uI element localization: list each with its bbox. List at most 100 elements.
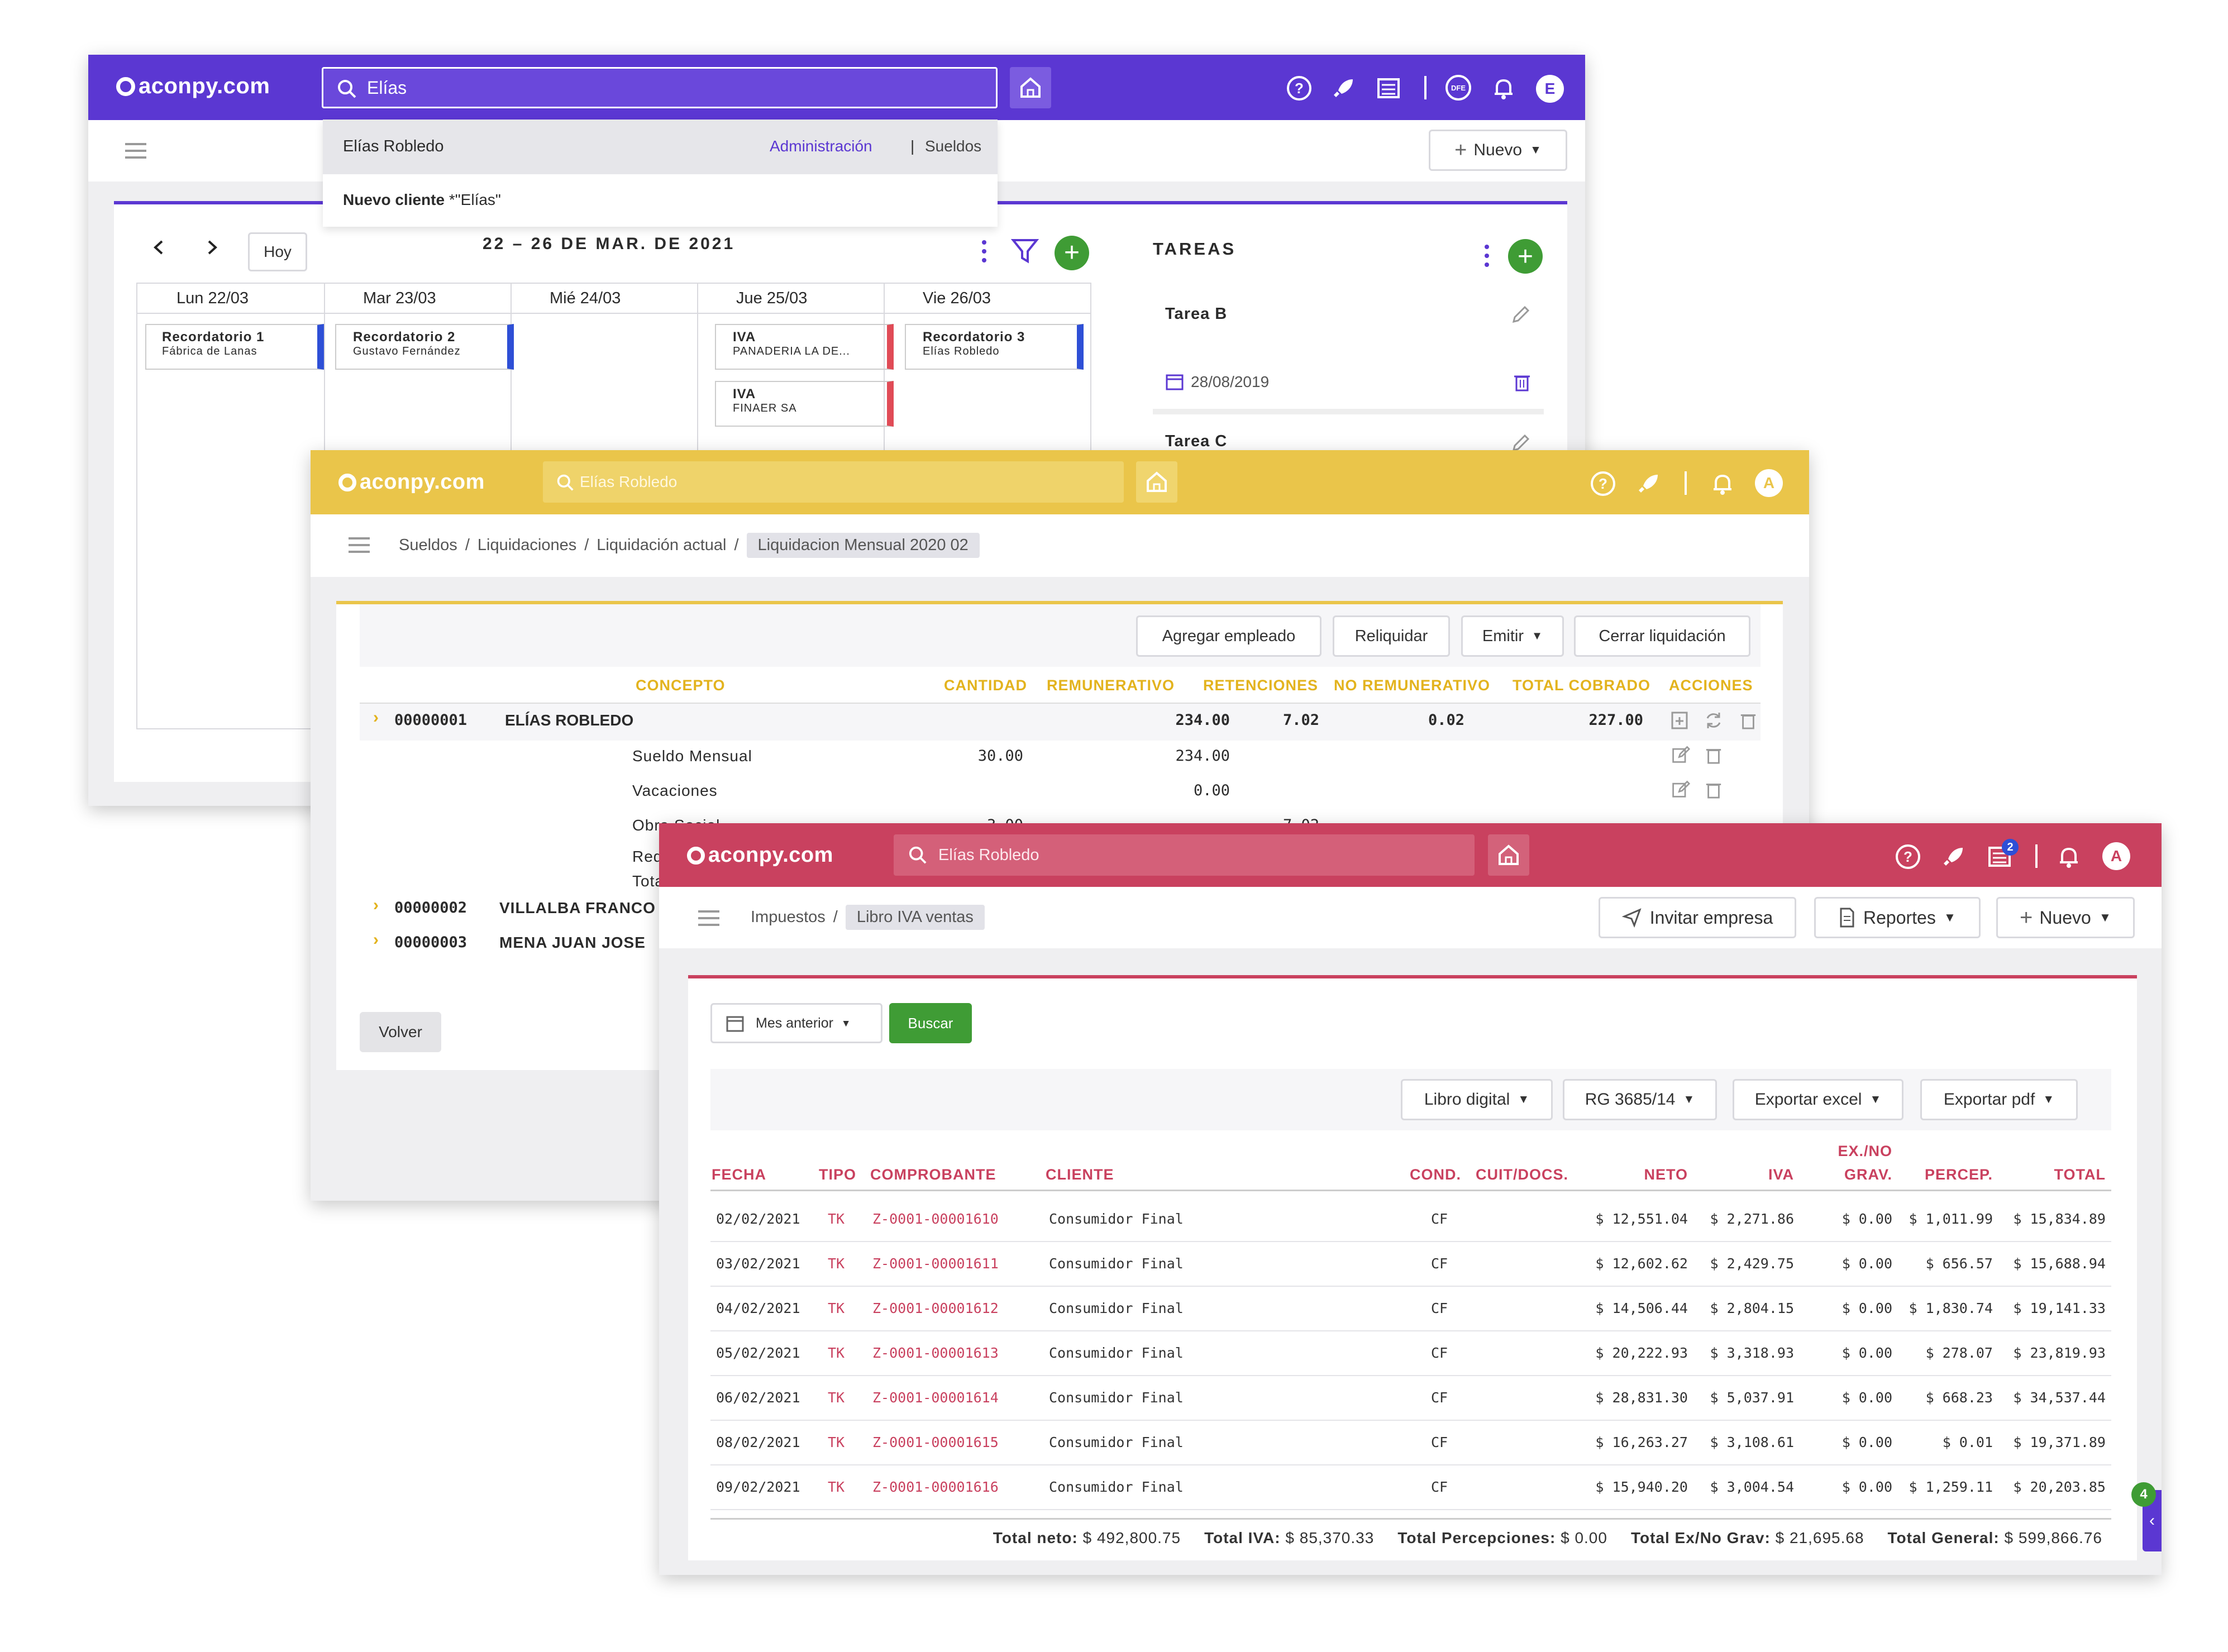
table-row[interactable]: 05/02/2021 TK Z-0001-00001613 Consumidor Fi…: [710, 1331, 2111, 1376]
chevron-right-icon[interactable]: ›: [373, 708, 379, 727]
emitir-button[interactable]: Emitir ▼: [1461, 615, 1564, 657]
chevron-right-icon[interactable]: ›: [373, 896, 379, 915]
nuevo-button[interactable]: + Nuevo ▼: [1429, 130, 1567, 171]
avatar[interactable]: A: [2102, 842, 2130, 870]
search-input[interactable]: Elías: [322, 67, 998, 108]
help-icon[interactable]: ?: [1286, 75, 1313, 102]
table-row[interactable]: 03/02/2021 TK Z-0001-00001611 Consumidor Fi…: [710, 1242, 2111, 1287]
table-row[interactable]: 09/02/2021 TK Z-0001-00001616 Consumidor Fi…: [710, 1465, 2111, 1510]
window-libro-iva: aconpy.com Elías Robledo ? 2 A Impuestos…: [659, 823, 2162, 1575]
chevron-down-icon: ▼: [841, 1017, 851, 1029]
bell-icon[interactable]: [1709, 470, 1736, 497]
refresh-icon[interactable]: [1704, 710, 1724, 730]
bell-icon[interactable]: [2055, 843, 2082, 870]
table-row[interactable]: 02/02/2021 TK Z-0001-00001610 Consumidor Fi…: [710, 1197, 2111, 1242]
employee-name[interactable]: VILLALBA FRANCO: [499, 899, 656, 917]
add-task-button[interactable]: +: [1508, 239, 1543, 274]
edit-icon[interactable]: [1671, 780, 1690, 799]
breadcrumb-link[interactable]: Impuestos: [751, 908, 826, 927]
chevron-down-icon: ▼: [2098, 910, 2112, 924]
search-input[interactable]: Elías Robledo: [543, 461, 1124, 503]
menu-icon[interactable]: [698, 910, 719, 926]
cell-total: $ 34,537.44: [2013, 1390, 2106, 1406]
nuevo-button[interactable]: + Nuevo ▼: [1996, 897, 2135, 938]
buscar-button[interactable]: Buscar: [889, 1003, 972, 1043]
trash-icon[interactable]: [1705, 745, 1723, 765]
invitar-empresa-button[interactable]: Invitar empresa: [1599, 897, 1796, 938]
add-file-icon[interactable]: [1670, 710, 1689, 730]
home-button[interactable]: [1488, 834, 1529, 876]
search-input[interactable]: Elías Robledo: [894, 834, 1475, 876]
cell-cond: CF: [1431, 1211, 1448, 1227]
bell-icon[interactable]: [1490, 75, 1517, 102]
cell-total: $ 19,371.89: [2013, 1434, 2106, 1450]
breadcrumb-link[interactable]: Liquidaciones: [478, 536, 576, 555]
calendar-event[interactable]: IVA FINAER SA: [715, 381, 894, 427]
filter-icon[interactable]: [1011, 238, 1039, 265]
employee-name[interactable]: MENA JUAN JOSE: [499, 934, 646, 952]
search-result-item[interactable]: Elías Robledo Administración | Sueldos: [323, 120, 998, 174]
task-title: Tarea B: [1165, 305, 1228, 323]
table-row[interactable]: 08/02/2021 TK Z-0001-00001615 Consumidor Fi…: [710, 1421, 2111, 1465]
rg-button[interactable]: RG 3685/14 ▼: [1563, 1079, 1717, 1120]
breadcrumb-link[interactable]: Sueldos: [399, 536, 457, 555]
dfe-icon[interactable]: DFE: [1445, 75, 1471, 101]
next-arrow-icon[interactable]: [203, 239, 220, 256]
cell-comprobante[interactable]: Z-0001-00001613: [872, 1345, 999, 1361]
reportes-button[interactable]: Reportes ▼: [1814, 897, 1981, 938]
avatar[interactable]: A: [1755, 469, 1783, 497]
rocket-icon[interactable]: [1940, 843, 1967, 870]
trash-icon[interactable]: [1513, 372, 1532, 392]
period-select[interactable]: Mes anterior ▼: [710, 1003, 882, 1043]
volver-button[interactable]: Volver: [360, 1012, 441, 1052]
calendar-event[interactable]: Recordatorio 2 Gustavo Fernández: [335, 324, 514, 370]
list-icon[interactable]: [1375, 75, 1402, 102]
more-vertical-icon[interactable]: [980, 238, 989, 265]
calendar-event[interactable]: IVA PANADERIA LA DE...: [715, 324, 894, 370]
table-row[interactable]: 04/02/2021 TK Z-0001-00001612 Consumidor Fi…: [710, 1287, 2111, 1331]
cell-comprobante[interactable]: Z-0001-00001614: [872, 1390, 999, 1406]
menu-icon[interactable]: [349, 537, 370, 553]
logo[interactable]: aconpy.com: [687, 843, 833, 867]
cell-comprobante[interactable]: Z-0001-00001610: [872, 1211, 999, 1227]
breadcrumb-link[interactable]: Liquidación actual: [597, 536, 726, 555]
table-row[interactable]: 06/02/2021 TK Z-0001-00001614 Consumidor Fi…: [710, 1376, 2111, 1421]
logo[interactable]: aconpy.com: [116, 74, 270, 99]
home-button[interactable]: [1010, 67, 1051, 108]
logo[interactable]: aconpy.com: [338, 470, 485, 494]
home-button[interactable]: [1136, 461, 1177, 503]
cell-comprobante[interactable]: Z-0001-00001616: [872, 1479, 999, 1495]
rocket-icon[interactable]: [1635, 470, 1662, 497]
cell-comprobante[interactable]: Z-0001-00001615: [872, 1434, 999, 1450]
chevron-right-icon[interactable]: ›: [373, 930, 379, 949]
agregar-empleado-button[interactable]: Agregar empleado: [1136, 615, 1321, 657]
calendar-event[interactable]: Recordatorio 3 Elías Robledo: [905, 324, 1084, 370]
reliquidar-button[interactable]: Reliquidar: [1333, 615, 1450, 657]
trash-icon[interactable]: [1705, 780, 1723, 800]
more-vertical-icon[interactable]: [1482, 242, 1491, 269]
column-header-total: TOTAL: [2054, 1166, 2106, 1183]
menu-icon[interactable]: [125, 143, 146, 159]
avatar[interactable]: E: [1536, 75, 1564, 103]
search-result-tag[interactable]: Sueldos: [925, 137, 981, 155]
edit-icon[interactable]: [1671, 745, 1690, 764]
cell-cliente: Consumidor Final: [1049, 1390, 1184, 1406]
trash-icon[interactable]: [1739, 710, 1757, 730]
exportar-excel-button[interactable]: Exportar excel ▼: [1733, 1079, 1903, 1120]
edit-icon[interactable]: [1510, 304, 1532, 325]
calendar-event[interactable]: Recordatorio 1 Fábrica de Lanas: [145, 324, 324, 370]
new-client-option[interactable]: Nuevo cliente *"Elías": [343, 191, 501, 209]
cell-tipo: TK: [828, 1434, 845, 1450]
hoy-button[interactable]: Hoy: [248, 232, 307, 271]
search-result-tag[interactable]: Administración: [770, 137, 872, 155]
libro-digital-button[interactable]: Libro digital ▼: [1401, 1079, 1553, 1120]
exportar-pdf-button[interactable]: Exportar pdf ▼: [1920, 1079, 2078, 1120]
prev-arrow-icon[interactable]: [151, 239, 168, 256]
help-icon[interactable]: ?: [1590, 470, 1616, 497]
cerrar-liquidacion-button[interactable]: Cerrar liquidación: [1574, 615, 1750, 657]
rocket-icon[interactable]: [1330, 75, 1357, 102]
add-event-button[interactable]: +: [1055, 236, 1089, 270]
cell-comprobante[interactable]: Z-0001-00001611: [872, 1255, 999, 1272]
cell-comprobante[interactable]: Z-0001-00001612: [872, 1300, 999, 1316]
help-icon[interactable]: ?: [1895, 843, 1921, 870]
